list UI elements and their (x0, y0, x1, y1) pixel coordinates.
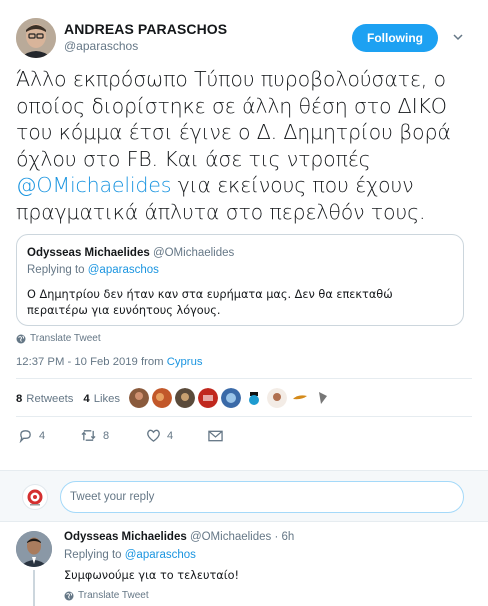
quoted-author-name: Odysseas Michaelides (27, 247, 150, 259)
divider (16, 378, 472, 379)
tweet-mention-link[interactable]: @OMichaelides (16, 173, 171, 197)
thread-line (33, 570, 35, 606)
reply-text: Συμφωνούμε για το τελευταίο! (64, 569, 240, 582)
like-action[interactable]: 4 (146, 428, 208, 443)
liker-avatar[interactable] (290, 388, 310, 408)
reply-author-avatar[interactable] (16, 531, 52, 567)
reply-separator: · (271, 531, 282, 543)
tweet-text: Άλλο εκπρόσωπο Τύπου πυροβολούσατε, ο οπ… (16, 66, 478, 225)
like-count: 4 (167, 429, 174, 442)
reply-replying-to: Replying to @aparaschos (64, 549, 196, 561)
quoted-tweet[interactable]: Odysseas Michaelides @OMichaelides Reply… (16, 234, 464, 326)
liker-avatars (129, 388, 333, 408)
reply-input[interactable]: Tweet your reply (60, 481, 464, 513)
reply-count: 4 (39, 429, 46, 442)
likes-count: 4 (83, 393, 90, 405)
quoted-text: Ο Δημητρίου δεν ήταν καν στα ευρήματα μα… (27, 288, 393, 317)
liker-avatar[interactable] (221, 388, 241, 408)
tweet-time-date[interactable]: 12:37 PM - 10 Feb 2019 from (16, 356, 167, 368)
quoted-author-handle: @OMichaelides (152, 247, 235, 259)
reply-composer: Tweet your reply (0, 470, 488, 522)
quoted-replying-to: Replying to @aparaschos (27, 264, 159, 276)
author-avatar[interactable] (16, 18, 56, 58)
reply-author-handle[interactable]: @OMichaelides (190, 531, 271, 543)
tweet-location-link[interactable]: Cyprus (167, 356, 203, 368)
divider (16, 416, 472, 417)
retweet-icon (81, 430, 96, 441)
retweet-count: 8 (103, 429, 110, 442)
liker-avatar[interactable] (129, 388, 149, 408)
heart-icon (147, 429, 160, 442)
reply-translate-label: Translate Tweet (78, 590, 149, 601)
following-button[interactable]: Following (352, 24, 438, 52)
author-handle[interactable]: @aparaschos (64, 39, 138, 53)
reply-replying-label: Replying to (64, 549, 122, 561)
globe-icon (16, 334, 26, 343)
reply-icon (19, 430, 31, 443)
author-name[interactable]: ANDREAS PARASCHOS (64, 21, 227, 37)
liker-avatar[interactable] (244, 388, 264, 408)
retweets-stat[interactable]: 8 Retweets (16, 393, 73, 405)
likes-label: Likes (93, 393, 121, 405)
quoted-author: Odysseas Michaelides @OMichaelides (27, 247, 234, 259)
translate-tweet-link[interactable]: Translate Tweet (16, 333, 101, 344)
liker-avatar[interactable] (175, 388, 195, 408)
retweet-action[interactable]: 8 (80, 428, 146, 443)
retweets-label: Retweets (26, 393, 74, 405)
tweet-stats: 8 Retweets 4 Likes (16, 393, 130, 405)
quoted-replying-handle-link[interactable]: @aparaschos (88, 264, 159, 276)
direct-message-action[interactable] (208, 429, 223, 443)
envelope-icon (208, 430, 223, 441)
reply-author-name[interactable]: Odysseas Michaelides (64, 531, 187, 543)
liker-avatar[interactable] (267, 388, 287, 408)
liker-avatar[interactable] (198, 388, 218, 408)
quoted-replying-label: Replying to (27, 264, 85, 276)
liker-avatar[interactable] (313, 388, 333, 408)
liker-avatar[interactable] (152, 388, 172, 408)
reply-translate-link[interactable]: Translate Tweet (64, 590, 149, 601)
retweets-count: 8 (16, 393, 23, 405)
tweet-text-part: Άλλο εκπρόσωπο Τύπου πυροβολούσατε, ο οπ… (16, 67, 451, 171)
reply-action[interactable]: 4 (18, 428, 80, 443)
likes-stat[interactable]: 4 Likes (83, 393, 120, 405)
tweet-actions: 4 8 4 (18, 428, 223, 443)
globe-icon (64, 591, 74, 600)
reply-time[interactable]: 6h (282, 531, 295, 543)
chevron-down-icon[interactable] (452, 30, 464, 42)
current-user-avatar[interactable] (22, 484, 48, 510)
reply-replying-handle-link[interactable]: @aparaschos (125, 549, 196, 561)
tweet-timestamp: 12:37 PM - 10 Feb 2019 from Cyprus (16, 356, 203, 368)
translate-label: Translate Tweet (30, 333, 101, 344)
reply-author: Odysseas Michaelides @OMichaelides · 6h (64, 531, 294, 543)
